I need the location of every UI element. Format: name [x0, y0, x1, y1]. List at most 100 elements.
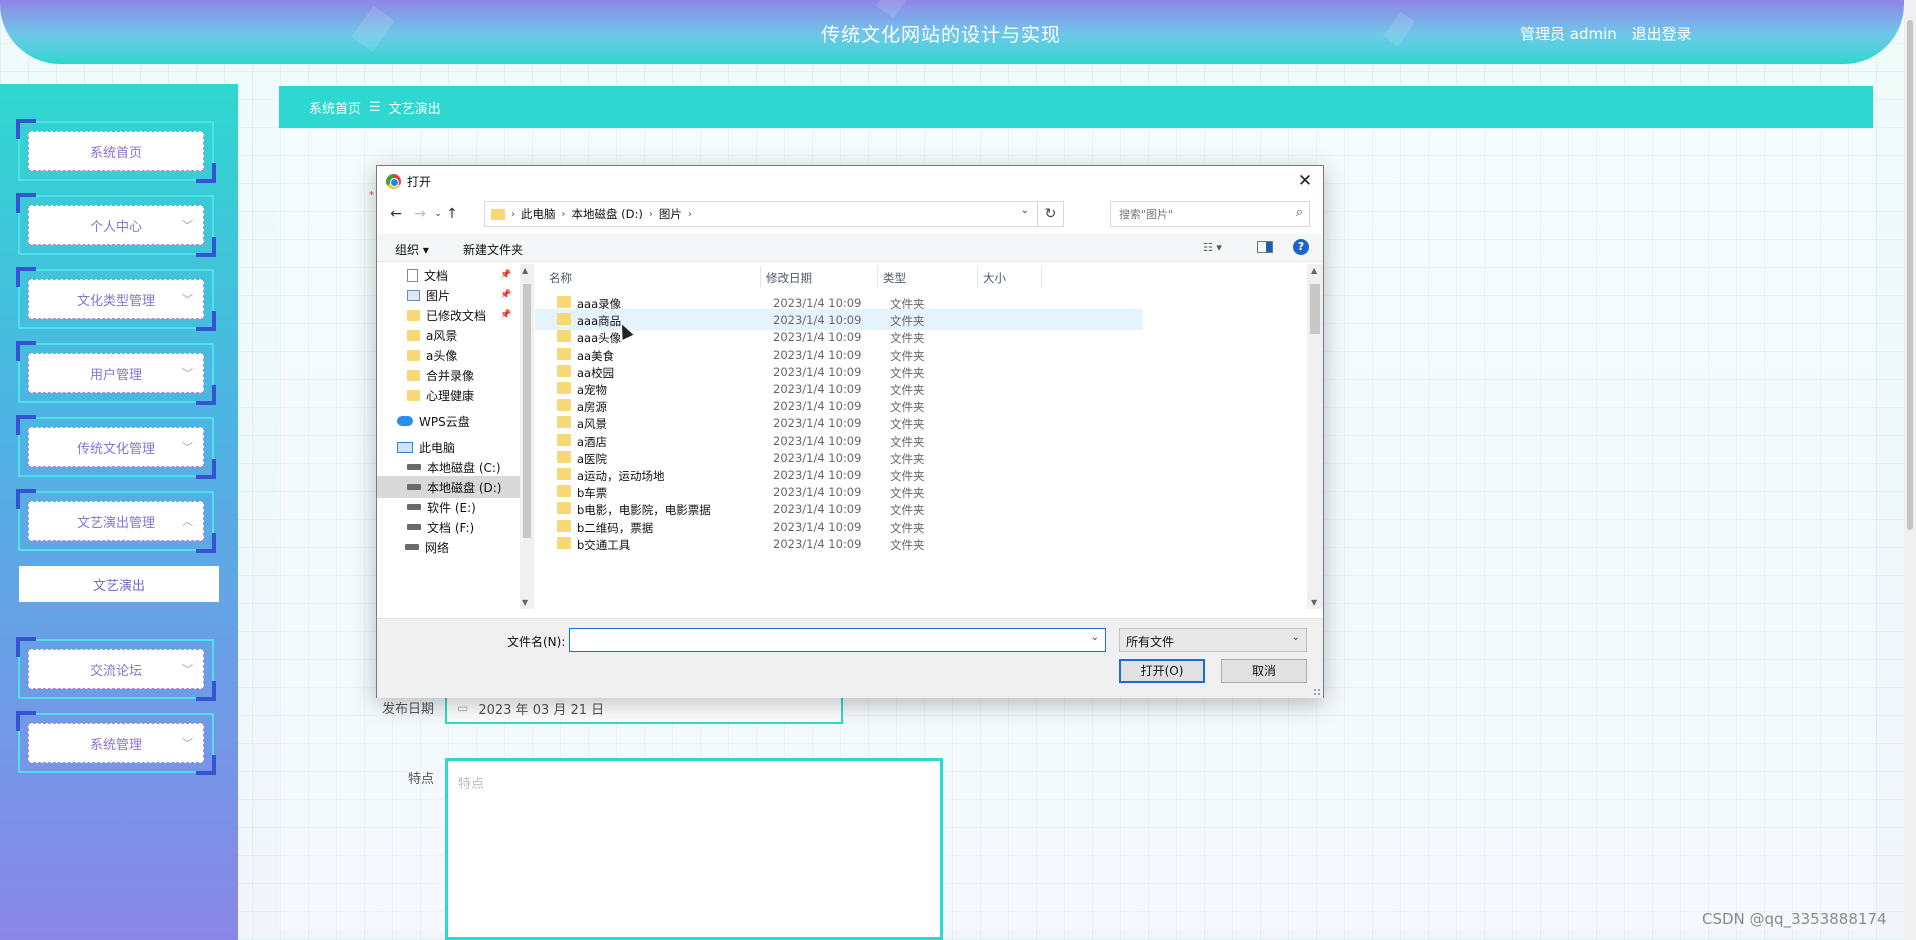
sidebar-menu-item[interactable]: 文艺演出管理 ︿ — [16, 489, 216, 553]
nav-pane-item[interactable]: 已修改文档 📌 — [377, 304, 520, 326]
required-mark: * — [369, 190, 374, 201]
dialog-titlebar[interactable]: 打开 ✕ — [377, 166, 1323, 196]
breadcrumb-home[interactable]: 系统首页 — [309, 98, 361, 117]
file-date: 2023/1/4 10:09 — [773, 536, 862, 551]
up-arrow-icon[interactable]: ↑ — [443, 204, 461, 224]
refresh-icon[interactable]: ↻ — [1037, 202, 1063, 226]
sidebar-menu-item[interactable]: 个人中心 ﹀ — [16, 193, 216, 257]
folder-icon — [557, 364, 571, 377]
scroll-down-icon[interactable]: ▼ — [1311, 598, 1317, 607]
nav-pane-item[interactable]: 本地磁盘 (D:) — [377, 476, 520, 498]
nav-pane-item[interactable]: 文档 (F:) — [377, 516, 520, 538]
watermark: CSDN @qq_3353888174 — [1702, 910, 1887, 928]
nav-pane-item[interactable]: WPS云盘 — [377, 410, 520, 432]
folder-icon — [557, 433, 571, 446]
file-list-scrollbar-thumb[interactable] — [1310, 284, 1320, 334]
cancel-button[interactable]: 取消 — [1221, 659, 1307, 683]
feature-label: 特点 — [407, 772, 434, 787]
chevron-right-icon: › — [687, 208, 692, 220]
folder-icon — [557, 502, 571, 515]
close-icon[interactable]: ✕ — [1295, 171, 1315, 191]
nav-pane-item[interactable]: a头像 — [377, 344, 520, 366]
folder-icon — [557, 347, 571, 360]
filename-input[interactable]: ⌄ — [569, 628, 1106, 652]
nav-pane-item[interactable]: 心理健康 — [377, 384, 520, 406]
column-divider[interactable] — [877, 266, 878, 288]
chevron-down-icon: ﹀ — [182, 737, 193, 750]
scroll-up-icon[interactable]: ▲ — [522, 266, 528, 275]
drive-icon — [405, 544, 419, 550]
new-folder-button[interactable]: 新建文件夹 — [463, 241, 523, 258]
nav-pane-item[interactable]: a风景 — [377, 324, 520, 346]
scroll-up-icon[interactable]: ▲ — [1311, 266, 1317, 275]
file-date: 2023/1/4 10:09 — [773, 502, 862, 517]
address-bar[interactable]: › 此电脑 › 本地磁盘 (D:) › 图片 › ⌄ ↻ — [484, 201, 1064, 227]
sidebar-menu-item[interactable]: 传统文化管理 ﹀ — [16, 415, 216, 479]
chevron-down-icon[interactable]: ⌄ — [1021, 205, 1029, 216]
organize-button[interactable]: 组织 ▾ — [395, 241, 429, 258]
sidebar-menu-item[interactable]: 系统首页 — [16, 119, 216, 183]
address-crumb[interactable]: 图片 — [659, 206, 682, 222]
open-button[interactable]: 打开(O) — [1119, 659, 1205, 683]
pin-icon: 📌 — [500, 310, 512, 320]
nav-pane-item[interactable]: 软件 (E:) — [377, 496, 520, 518]
chevron-down-icon[interactable]: ⌄ — [1091, 632, 1099, 643]
page-scrollbar-thumb[interactable] — [1907, 20, 1913, 530]
nav-pane-item-label: 文档 — [424, 268, 449, 283]
nav-pane-item[interactable]: 此电脑 — [377, 436, 520, 458]
column-header-size[interactable]: 大小 — [983, 270, 1006, 286]
preview-pane-icon[interactable] — [1257, 241, 1273, 253]
view-options-icon[interactable]: ☷ ▾ — [1203, 241, 1239, 255]
column-divider[interactable] — [1041, 266, 1042, 288]
column-divider[interactable] — [760, 266, 761, 288]
publish-date-label: 发布日期 — [381, 702, 434, 717]
nav-pane-item[interactable]: 网络 — [377, 536, 520, 558]
feature-textarea[interactable]: 特点 — [445, 758, 943, 940]
dialog-toolbar: 组织 ▾ 新建文件夹 ☷ ▾ ? — [377, 234, 1323, 262]
sidebar-menu-item-box: 传统文化管理 ﹀ — [28, 427, 204, 467]
sidebar-menu-item[interactable]: 交流论坛 ﹀ — [16, 637, 216, 701]
nav-pane-item[interactable]: 文档 📌 — [377, 264, 520, 286]
sidebar-menu-item[interactable]: 系统管理 ﹀ — [16, 711, 216, 775]
help-icon[interactable]: ? — [1293, 239, 1309, 255]
file-date: 2023/1/4 10:09 — [773, 450, 862, 465]
sidebar-menu-item-box: 个人中心 ﹀ — [28, 205, 204, 245]
column-header-name[interactable]: 名称 — [549, 270, 572, 286]
column-header-date[interactable]: 修改日期 — [766, 270, 812, 286]
file-date: 2023/1/4 10:09 — [773, 433, 862, 448]
nav-pane-item-label: a风景 — [426, 328, 458, 343]
file-list-scrollbar[interactable]: ▲ ▼ — [1307, 264, 1323, 609]
sidebar-menu-item[interactable]: 用户管理 ﹀ — [16, 341, 216, 405]
file-row[interactable]: b交通工具 2023/1/4 10:09 文件夹 — [535, 533, 1307, 554]
column-divider[interactable] — [977, 266, 978, 288]
address-crumb[interactable]: 此电脑 — [521, 206, 556, 222]
nav-pane-scrollbar-thumb[interactable] — [523, 284, 531, 538]
drive-icon — [407, 504, 421, 510]
document-icon — [407, 268, 418, 282]
sidebar-subitem-wenyi-yanchu[interactable]: 文艺演出 — [19, 566, 219, 602]
nav-pane-item[interactable]: 本地磁盘 (C:) — [377, 456, 520, 478]
resize-grip-icon[interactable] — [1313, 688, 1321, 696]
folder-icon — [557, 382, 571, 394]
address-crumb[interactable]: 本地磁盘 (D:) — [572, 206, 643, 222]
filetype-select[interactable]: 所有文件 ⌄ — [1119, 628, 1307, 652]
page-scrollbar[interactable] — [1904, 0, 1916, 940]
sidebar-menu-item[interactable]: 文化类型管理 ﹀ — [16, 267, 216, 331]
top-header: 传统文化网站的设计与实现 管理员 admin 退出登录 — [0, 0, 1904, 64]
sidebar-menu-item-box: 文化类型管理 ﹀ — [28, 279, 204, 319]
back-arrow-icon[interactable]: ← — [387, 204, 405, 224]
nav-pane-item-label: 图片 — [426, 288, 451, 303]
nav-pane-item-label: 本地磁盘 (C:) — [427, 460, 501, 475]
open-file-dialog: 打开 ✕ ← → ⌄ ↑ › 此电脑 › 本地磁盘 (D:) › 图片 › ⌄ … — [376, 165, 1324, 698]
nav-pane-item[interactable]: 图片 📌 — [377, 284, 520, 306]
nav-pane-item[interactable]: 合并录像 — [377, 364, 520, 386]
forward-arrow-icon[interactable]: → — [411, 204, 429, 224]
nav-pane-item-label: 此电脑 — [419, 440, 456, 455]
logout-link[interactable]: 退出登录 — [1632, 25, 1692, 43]
scroll-down-icon[interactable]: ▼ — [522, 598, 528, 607]
folder-icon — [407, 329, 420, 341]
nav-pane-scrollbar[interactable]: ▲ ▼ — [520, 264, 534, 609]
search-input[interactable]: 搜索"图片" ⌕ — [1110, 201, 1310, 227]
column-header-type[interactable]: 类型 — [883, 270, 906, 286]
nav-pane-item-label: 网络 — [425, 540, 450, 555]
